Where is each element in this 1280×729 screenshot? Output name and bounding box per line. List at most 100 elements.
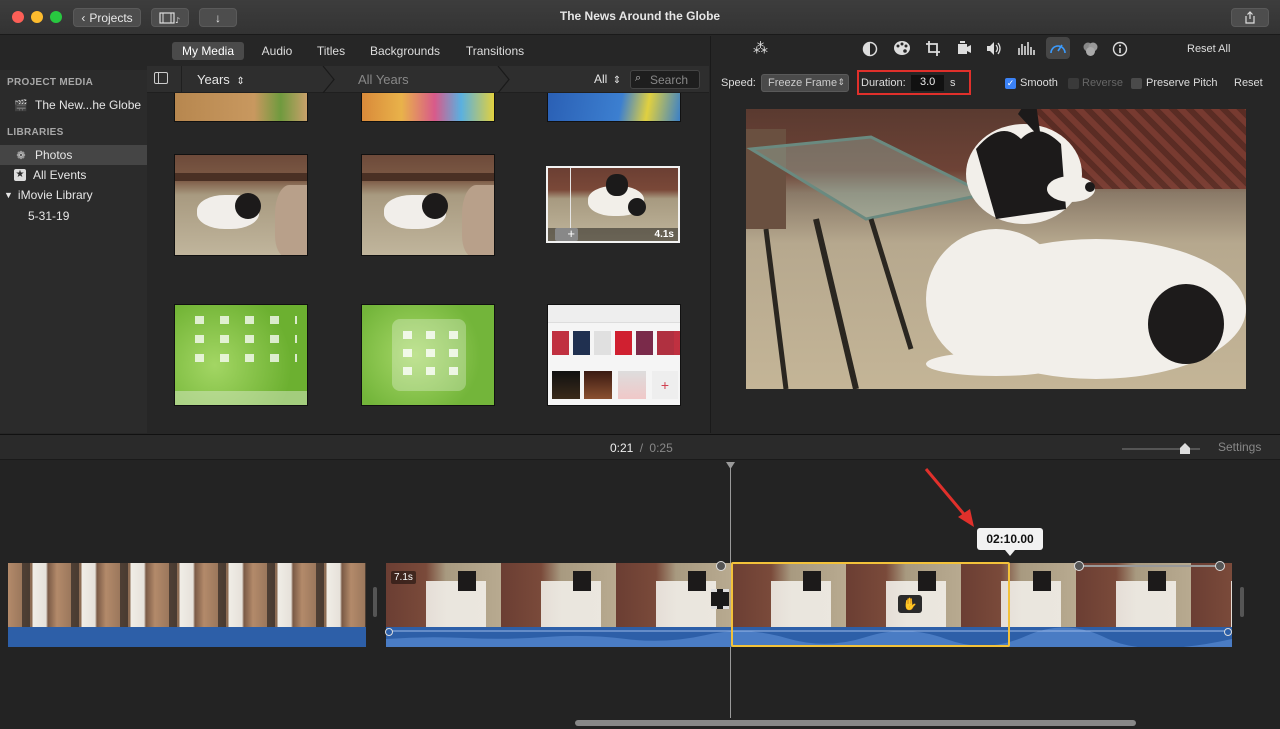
sidebar-toggle-icon[interactable]: [154, 72, 168, 84]
color-balance-icon[interactable]: [862, 41, 878, 57]
preserve-pitch-label: Preserve Pitch: [1146, 77, 1218, 89]
sidebar-item-event[interactable]: 5-31-19: [0, 206, 147, 226]
media-thumbnail[interactable]: [361, 304, 495, 406]
timecode: 0:21 / 0:25: [610, 441, 673, 455]
clip-duration-badge: 4.1s: [654, 229, 674, 240]
equalizer-icon[interactable]: [1017, 40, 1035, 56]
sidebar-item-project[interactable]: 🎬 The New...he Globe: [0, 95, 147, 115]
sidebar-item-imovie-library[interactable]: ▼ iMovie Library: [0, 185, 147, 205]
libraries-header: LIBRARIES: [7, 127, 64, 138]
updown-chevron-icon: ⇕: [612, 75, 622, 86]
media-thumbnail[interactable]: [361, 154, 495, 256]
sidebar-item-all-events[interactable]: ★ All Events: [0, 165, 147, 185]
clip-filter-popup[interactable]: All ⇕: [594, 72, 621, 86]
share-icon: [1245, 11, 1255, 24]
video-overlay-icon[interactable]: [1082, 41, 1099, 57]
crop-icon[interactable]: [925, 40, 941, 57]
tab-backgrounds[interactable]: Backgrounds: [367, 42, 443, 60]
playhead-marker-icon: [726, 462, 735, 469]
speed-marker-handle[interactable]: [716, 561, 726, 571]
svg-text:♪: ♪: [175, 16, 180, 24]
media-thumbnail[interactable]: [547, 93, 681, 122]
all-years-breadcrumb[interactable]: All Years: [358, 72, 409, 87]
preserve-pitch-checkbox[interactable]: [1131, 78, 1142, 89]
clip-duration-label: 7.1s: [391, 571, 416, 584]
sidebar-item-photos[interactable]: ❁ Photos: [0, 145, 147, 165]
duration-label: Duration:: [861, 77, 906, 89]
title-bar: ‹ Projects ♪ ↓ The News Around the Globe: [0, 0, 1280, 35]
speed-range-bar: [1079, 565, 1221, 567]
browser-filter-bar: Years ⇕ All Years All ⇕ ⌕ Search: [147, 66, 709, 93]
share-button[interactable]: [1231, 8, 1269, 27]
duration-input[interactable]: 3.0: [911, 75, 944, 91]
clip-handle[interactable]: [1240, 587, 1244, 617]
clapperboard-icon: 🎬: [14, 99, 28, 112]
annotation-arrow-icon: [924, 468, 974, 527]
updown-chevron-icon: ⇕: [837, 77, 845, 87]
speedometer-icon: [1050, 44, 1066, 54]
timeline-scrollbar[interactable]: [575, 720, 1136, 726]
media-thumbnail[interactable]: +: [547, 304, 681, 406]
search-icon: ⌕: [635, 72, 642, 84]
media-thumbnail[interactable]: [174, 93, 308, 122]
breadcrumb-separator-icon: [497, 66, 510, 93]
speed-marker-handle[interactable]: [1074, 561, 1084, 571]
speed-marker-handle[interactable]: [1215, 561, 1225, 571]
project-media-header: PROJECT MEDIA: [7, 77, 94, 88]
search-field[interactable]: ⌕ Search: [630, 70, 700, 89]
minimize-window-button[interactable]: [31, 11, 43, 23]
import-button[interactable]: ↓: [199, 8, 237, 27]
volume-keyframe[interactable]: [385, 628, 393, 636]
disclosure-triangle-icon: ▼: [4, 190, 13, 200]
volume-keyframe[interactable]: [1224, 628, 1232, 636]
media-import-button[interactable]: ♪: [151, 8, 189, 27]
film-music-icon: ♪: [159, 11, 180, 24]
info-icon[interactable]: [1112, 41, 1128, 57]
zoom-window-button[interactable]: [50, 11, 62, 23]
media-grid: + 4.1s +: [147, 93, 709, 433]
viewer-panel: ⁂ Reset All Speed: Freeze Frame ⇕ Durati…: [710, 36, 1280, 433]
media-browser-tabs: My Media Audio Titles Backgrounds Transi…: [147, 38, 709, 64]
current-time: 0:21: [610, 441, 634, 455]
libraries-sidebar: PROJECT MEDIA 🎬 The New...he Globe LIBRA…: [0, 70, 147, 433]
reverse-checkbox[interactable]: [1068, 78, 1079, 89]
reset-button[interactable]: Reset: [1234, 77, 1263, 89]
freeze-frame-film-icon: [711, 589, 729, 609]
tab-my-media[interactable]: My Media: [172, 42, 244, 60]
clip-1-audio[interactable]: [8, 627, 366, 647]
add-to-timeline-button[interactable]: +: [555, 227, 578, 241]
years-popup[interactable]: Years ⇕: [197, 72, 245, 87]
media-thumbnail[interactable]: [174, 154, 308, 256]
color-correction-icon[interactable]: [893, 40, 911, 56]
media-thumbnail-selected[interactable]: + 4.1s: [546, 166, 680, 243]
smooth-checkbox[interactable]: ✓: [1005, 78, 1016, 89]
reverse-label: Reverse: [1082, 77, 1123, 89]
speed-button-active[interactable]: [1046, 37, 1070, 59]
clip-handle[interactable]: [373, 587, 377, 617]
media-thumbnail[interactable]: [361, 93, 495, 122]
duration-unit: s: [950, 77, 956, 89]
magic-wand-icon[interactable]: ⁂: [753, 39, 768, 57]
volume-icon[interactable]: [986, 41, 1003, 56]
stabilization-camera-icon[interactable]: [955, 41, 972, 56]
media-thumbnail[interactable]: [174, 304, 308, 406]
timeline-settings-button[interactable]: Settings: [1218, 440, 1261, 454]
video-preview[interactable]: [746, 109, 1246, 389]
timeline-panel: 0:21 / 0:25 Settings 02:10.00 7.1s ✋: [0, 434, 1280, 729]
total-time: 0:25: [649, 441, 673, 455]
tab-audio[interactable]: Audio: [255, 42, 299, 60]
breadcrumb-separator-icon: [322, 66, 335, 93]
dog-on-carpet-graphic: [746, 109, 1246, 389]
speed-popup[interactable]: Freeze Frame ⇕: [761, 74, 849, 92]
chevron-left-icon: ‹: [81, 10, 86, 25]
speed-label: Speed:: [721, 77, 756, 89]
projects-button[interactable]: ‹ Projects: [73, 8, 141, 27]
reset-all-button[interactable]: Reset All: [1187, 43, 1230, 55]
freeze-frame-selection[interactable]: [731, 562, 1010, 647]
tab-titles[interactable]: Titles: [311, 42, 351, 60]
hand-icon[interactable]: ✋: [898, 595, 922, 613]
photos-icon: ❁: [16, 149, 26, 162]
tab-transitions[interactable]: Transitions: [463, 42, 527, 60]
close-window-button[interactable]: [12, 11, 24, 23]
timeline-clip-1[interactable]: [8, 563, 366, 627]
